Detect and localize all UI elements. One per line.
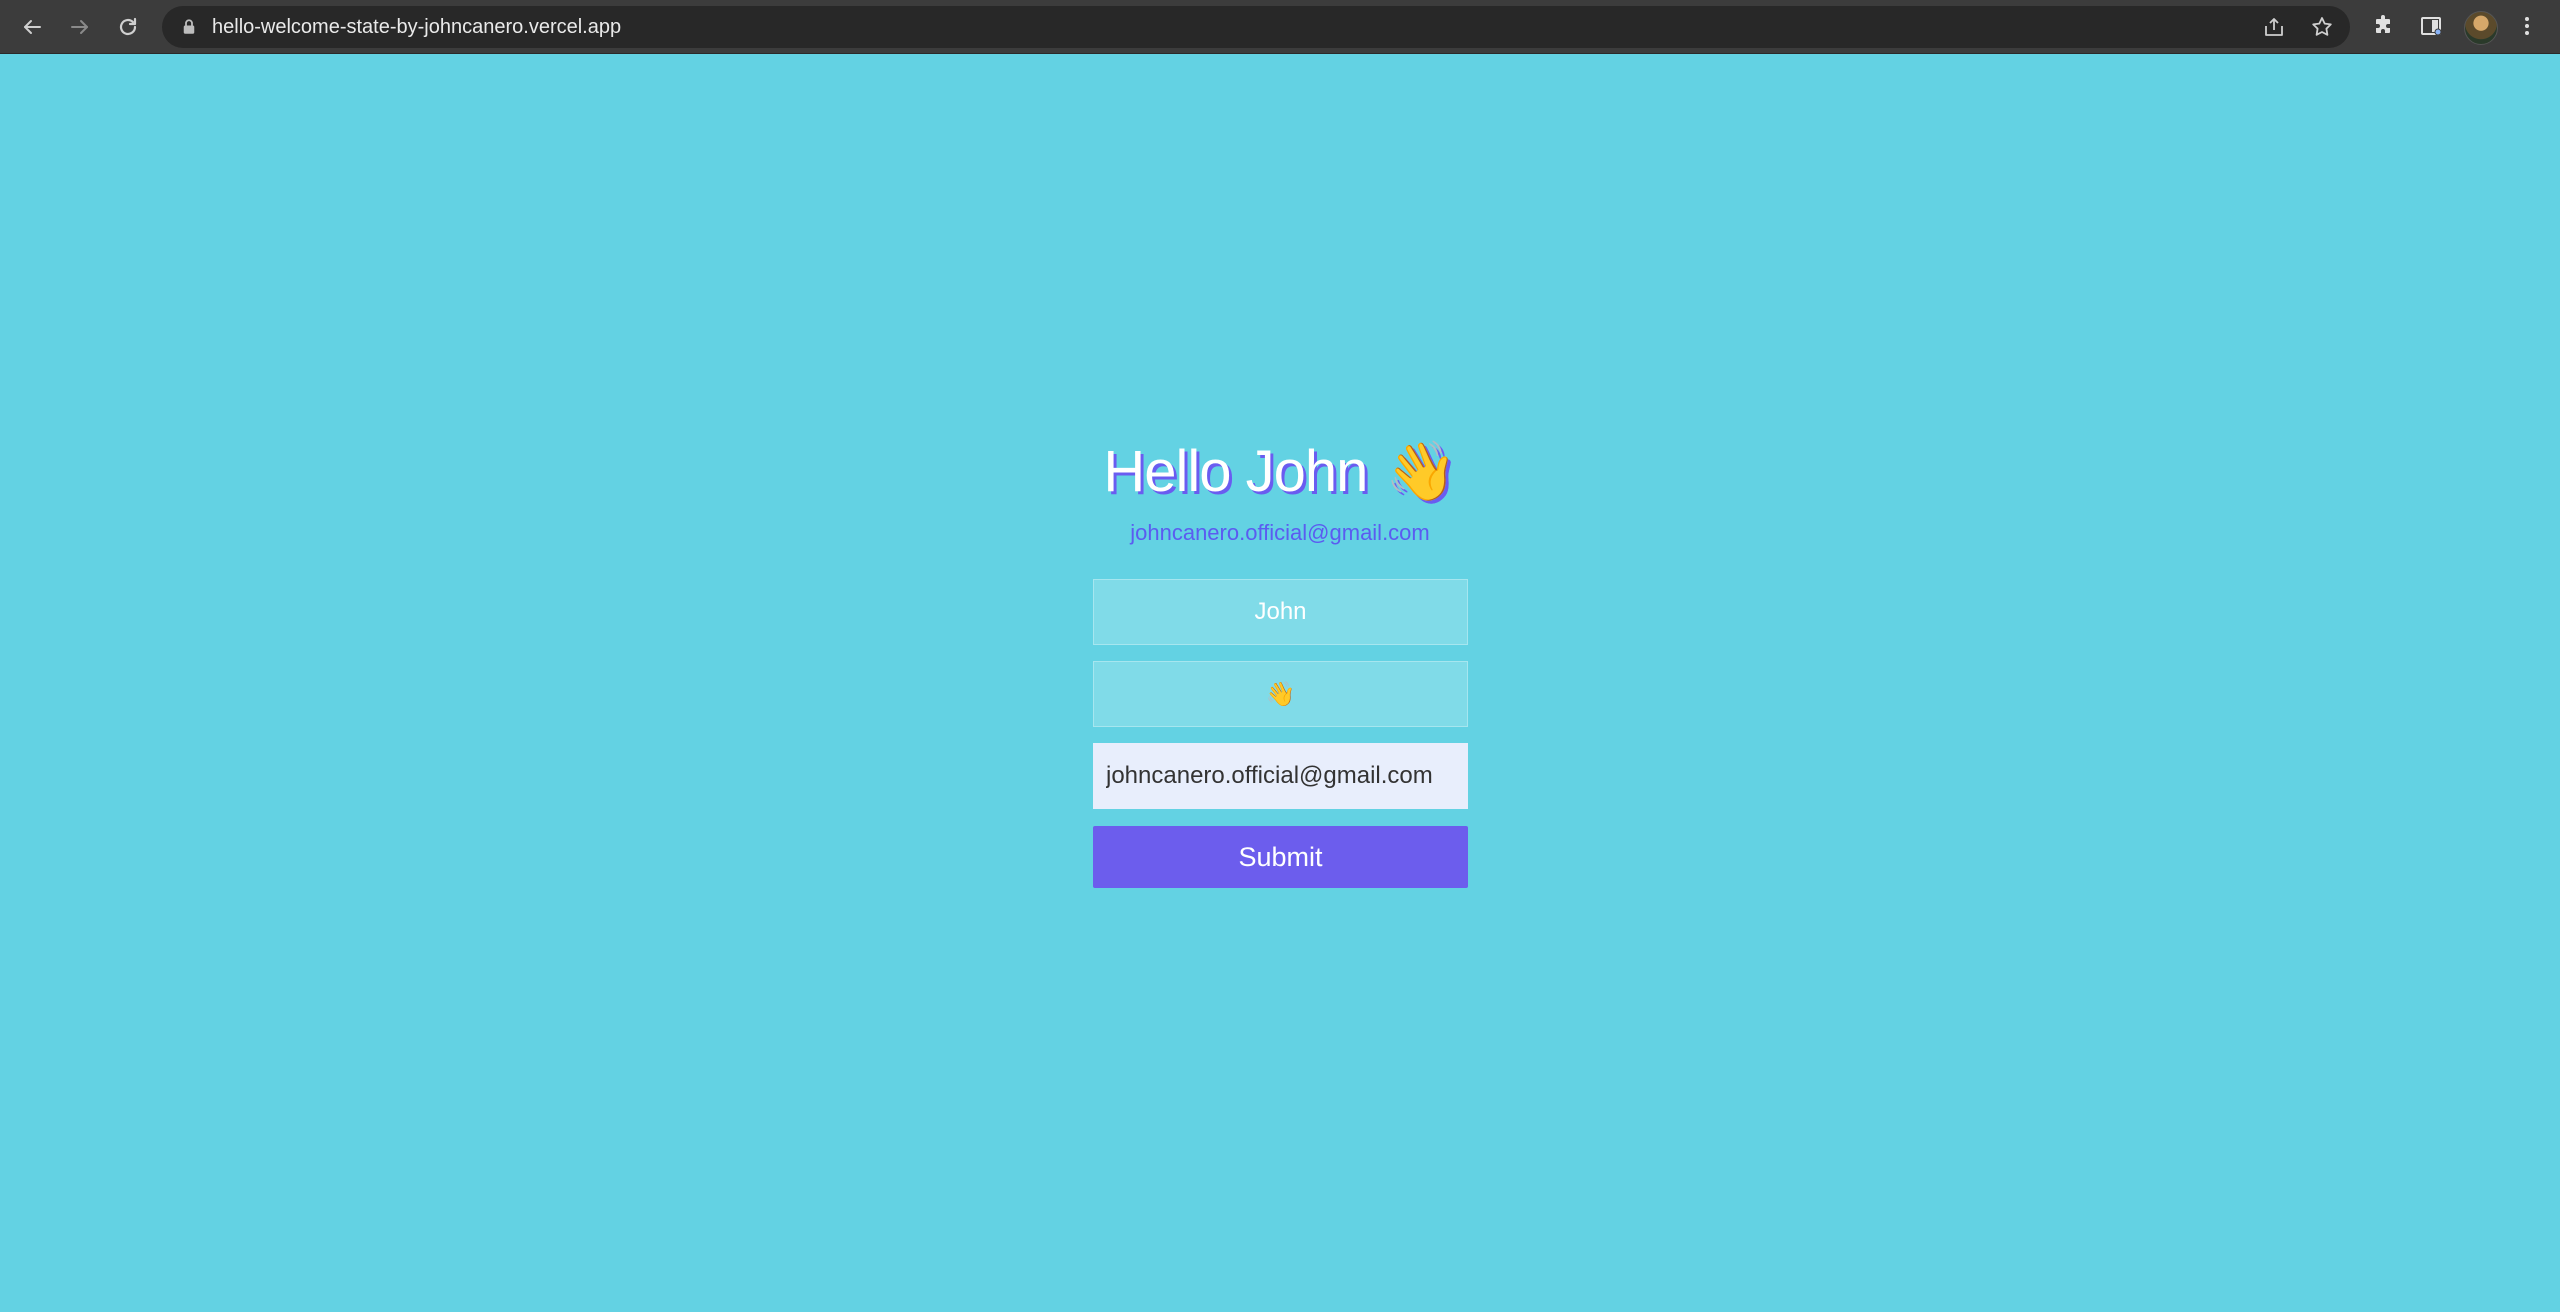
side-panel-icon: [2421, 17, 2442, 36]
arrow-left-icon: [24, 20, 41, 34]
back-button[interactable]: [14, 9, 50, 45]
browser-toolbar: hello-welcome-state-by-johncanero.vercel…: [0, 0, 2560, 54]
name-input[interactable]: [1093, 579, 1468, 645]
email-display: johncanero.official@gmail.com: [1130, 520, 1430, 545]
side-panel-button[interactable]: [2418, 13, 2444, 39]
submit-button[interactable]: Submit: [1093, 826, 1468, 888]
extensions-button[interactable]: [2370, 13, 2396, 39]
reload-icon: [119, 17, 137, 36]
arrow-right-icon: [71, 20, 88, 34]
browser-menu-button[interactable]: [2514, 13, 2540, 39]
emoji-input[interactable]: [1093, 661, 1468, 727]
puzzle-icon: [2376, 15, 2390, 33]
reload-button[interactable]: [110, 9, 146, 45]
url-text[interactable]: hello-welcome-state-by-johncanero.vercel…: [212, 6, 621, 48]
lock-icon[interactable]: [180, 18, 198, 36]
email-input[interactable]: [1093, 743, 1468, 809]
star-icon[interactable]: [2310, 15, 2334, 39]
page-content: Hello John 👋 johncanero.official@gmail.co…: [0, 54, 2560, 1312]
address-bar[interactable]: hello-welcome-state-by-johncanero.vercel…: [162, 6, 2350, 48]
kebab-menu-icon: [2525, 17, 2529, 35]
greeting-heading: Hello John 👋: [1080, 438, 1480, 506]
forward-button[interactable]: [62, 9, 98, 45]
avatar[interactable]: [2464, 11, 2498, 45]
greeting-text: Hello John: [1103, 439, 1368, 504]
share-icon[interactable]: [2262, 15, 2286, 39]
waving-hand-icon: 👋: [1385, 439, 1457, 504]
